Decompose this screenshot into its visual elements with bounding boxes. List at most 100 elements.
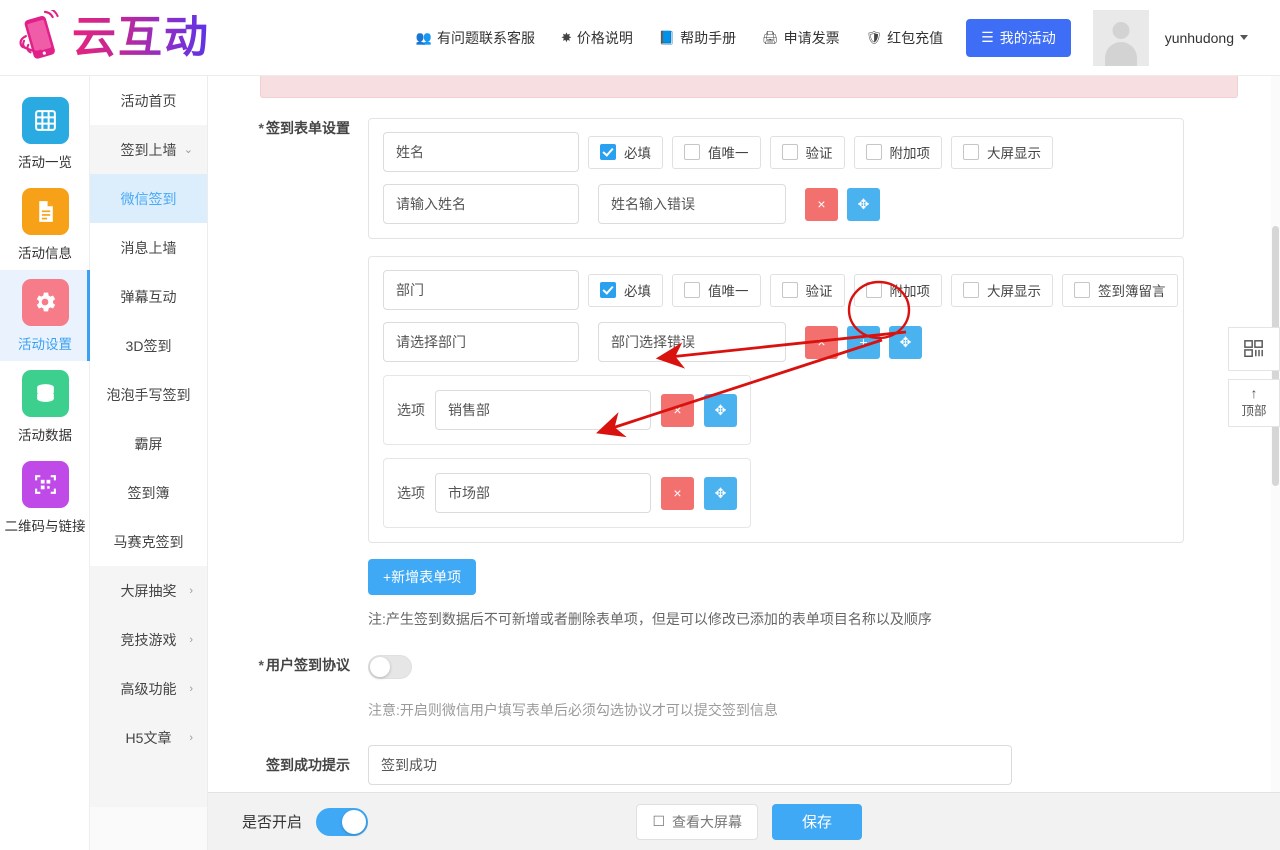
price-tag-icon: ✸ <box>561 30 572 45</box>
agreement-row: * 用户签到协议 注意:开启则微信用户填写表单后必须勾选协议才可以提交签到信息 <box>208 655 1280 720</box>
nav-item-price[interactable]: ✸ 价格说明 <box>548 28 646 48</box>
chevron-right-icon: › <box>189 633 193 646</box>
chevron-right-icon: › <box>189 584 193 597</box>
monitor-icon: ☐ <box>652 813 665 829</box>
sidebar-item-signin-wall[interactable]: 签到上墙 ⌄ <box>90 125 207 174</box>
arrow-up-icon: ↑ <box>1250 385 1258 401</box>
sidebar-item-screen-takeover[interactable]: 霸屏 <box>90 419 207 468</box>
delete-field-button[interactable]: × <box>805 325 838 359</box>
move-option-button[interactable]: ✥ <box>704 393 737 427</box>
field-placeholder-input[interactable] <box>383 322 579 362</box>
move-field-button[interactable]: ✥ <box>889 325 922 359</box>
delete-field-button[interactable]: × <box>805 187 838 221</box>
checkbox-extra[interactable]: 附加项 <box>853 273 942 307</box>
checkbox-label: 验证 <box>805 284 833 299</box>
nav-item-help[interactable]: 📘 帮助手册 <box>646 28 749 48</box>
checkbox-bigscreen[interactable]: 大屏显示 <box>951 273 1053 307</box>
add-form-item-button[interactable]: +新增表单项 <box>368 559 477 595</box>
move-field-button[interactable]: ✥ <box>847 187 880 221</box>
label-text: 签到表单设置 <box>266 120 350 136</box>
sub-label: 霸屏 <box>134 435 163 452</box>
my-activity-label: 我的活动 <box>999 29 1056 46</box>
checkbox-label: 大屏显示 <box>987 146 1041 161</box>
sidebar-item-signin-book[interactable]: 签到簿 <box>90 468 207 517</box>
sidebar-item-wechat-signin[interactable]: 微信签到 <box>90 174 207 223</box>
nav-item-invoice[interactable]: 🖨 申请发票 <box>749 28 853 48</box>
field-name-input[interactable] <box>383 132 579 172</box>
icon-rail: 活动一览 活动信息 活动设置 活动数据 二维码与链接 <box>0 76 90 850</box>
checkbox-bigscreen[interactable]: 大屏显示 <box>951 135 1053 169</box>
option-value-input[interactable] <box>435 390 651 430</box>
sidebar-item-3d-signin[interactable]: 3D签到 <box>90 321 207 370</box>
layout-switch-float-button[interactable] <box>1228 327 1280 371</box>
checkbox-unique[interactable]: 值唯一 <box>672 135 761 169</box>
sidebar-item-bubble-handwriting[interactable]: 泡泡手写签到 <box>90 370 207 419</box>
chevron-down-icon[interactable] <box>1240 35 1248 40</box>
checkbox-box <box>600 282 616 298</box>
list-icon: ☰ <box>981 29 994 45</box>
sidebar-item-mosaic-signin[interactable]: 马赛克签到 <box>90 517 207 566</box>
checkbox-required[interactable]: 必填 <box>588 135 663 169</box>
field-error-input[interactable] <box>598 184 786 224</box>
success-tip-input[interactable] <box>368 745 1012 785</box>
delete-option-button[interactable]: × <box>661 393 694 427</box>
chevron-down-icon: ⌄ <box>183 144 193 156</box>
toggle-knob <box>370 657 390 677</box>
checkbox-unique[interactable]: 值唯一 <box>672 273 761 307</box>
checkbox-box <box>865 282 882 298</box>
logo-text: 云互动 <box>72 10 210 66</box>
enable-toggle[interactable] <box>316 807 369 836</box>
sidebar-item-activity-home[interactable]: 活动首页 <box>90 76 207 125</box>
layout-grid-icon <box>1244 340 1263 357</box>
nav-item-recharge[interactable]: 🛡 红包充值 <box>853 28 957 48</box>
checkbox-box <box>684 144 700 160</box>
sidebar-item-message-wall[interactable]: 消息上墙 <box>90 223 207 272</box>
form-fields-container: 必填 值唯一 验证 附加项 <box>368 118 1184 629</box>
checkbox-required[interactable]: 必填 <box>588 273 663 307</box>
required-mark: * <box>258 120 264 136</box>
rail-item-activity-data[interactable]: 活动数据 <box>0 361 90 452</box>
view-big-screen-button[interactable]: ☐ 查看大屏幕 <box>636 803 758 840</box>
rail-item-activity-info[interactable]: 活动信息 <box>0 179 90 270</box>
nav-item-customer-service[interactable]: 👥 有问题联系客服 <box>403 28 548 48</box>
rail-item-qrcode-link[interactable]: 二维码与链接 <box>0 452 90 543</box>
required-mark: * <box>258 657 264 673</box>
vertical-scrollbar[interactable] <box>1271 76 1280 792</box>
move-option-button[interactable]: ✥ <box>704 476 737 510</box>
my-activity-button[interactable]: ☰ 我的活动 <box>966 18 1071 57</box>
hand-holding-phone-icon <box>14 6 68 66</box>
option-card: 选项 × ✥ <box>383 458 751 528</box>
sidebar-item-advanced[interactable]: 高级功能 › <box>90 664 207 713</box>
field-name-input[interactable] <box>383 270 579 310</box>
sidebar-item-h5-article[interactable]: H5文章 › <box>90 713 207 762</box>
rail-item-activity-list[interactable]: 活动一览 <box>0 88 90 179</box>
chevron-right-icon: › <box>189 731 193 744</box>
sub-label: 签到上墙 <box>120 141 177 158</box>
checkbox-validate[interactable]: 验证 <box>769 273 845 307</box>
sub-label: 马赛克签到 <box>113 533 184 550</box>
checkbox-validate[interactable]: 验证 <box>769 135 845 169</box>
field-placeholder-input[interactable] <box>383 184 579 224</box>
sidebar-item-danmu[interactable]: 弹幕互动 <box>90 272 207 321</box>
avatar[interactable] <box>1092 9 1149 66</box>
save-button[interactable]: 保存 <box>772 803 862 840</box>
logo[interactable]: 云互动 <box>14 6 264 66</box>
back-to-top-float-button[interactable]: ↑ 顶部 <box>1228 379 1280 427</box>
agreement-toggle[interactable] <box>368 655 412 679</box>
checkbox-extra[interactable]: 附加项 <box>853 135 942 169</box>
sidebar-item-competitive-games[interactable]: 竞技游戏 › <box>90 615 207 664</box>
document-icon <box>21 187 69 235</box>
agreement-label: * 用户签到协议 <box>208 655 368 675</box>
user-name[interactable]: yunhudong <box>1165 30 1234 46</box>
field-error-input[interactable] <box>598 322 786 362</box>
rail-item-activity-settings[interactable]: 活动设置 <box>0 270 90 361</box>
delete-option-button[interactable]: × <box>661 476 694 510</box>
checkbox-label: 验证 <box>805 146 833 161</box>
add-option-button[interactable]: + <box>847 325 880 359</box>
toggle-knob <box>342 809 367 834</box>
checkbox-signinbook-message[interactable]: 签到簿留言 <box>1062 273 1178 307</box>
sidebar-item-big-screen-lottery[interactable]: 大屏抽奖 › <box>90 566 207 615</box>
option-value-input[interactable] <box>435 473 651 513</box>
back-to-top-label: 顶部 <box>1241 404 1267 418</box>
sub-label: 大屏抽奖 <box>120 582 177 599</box>
